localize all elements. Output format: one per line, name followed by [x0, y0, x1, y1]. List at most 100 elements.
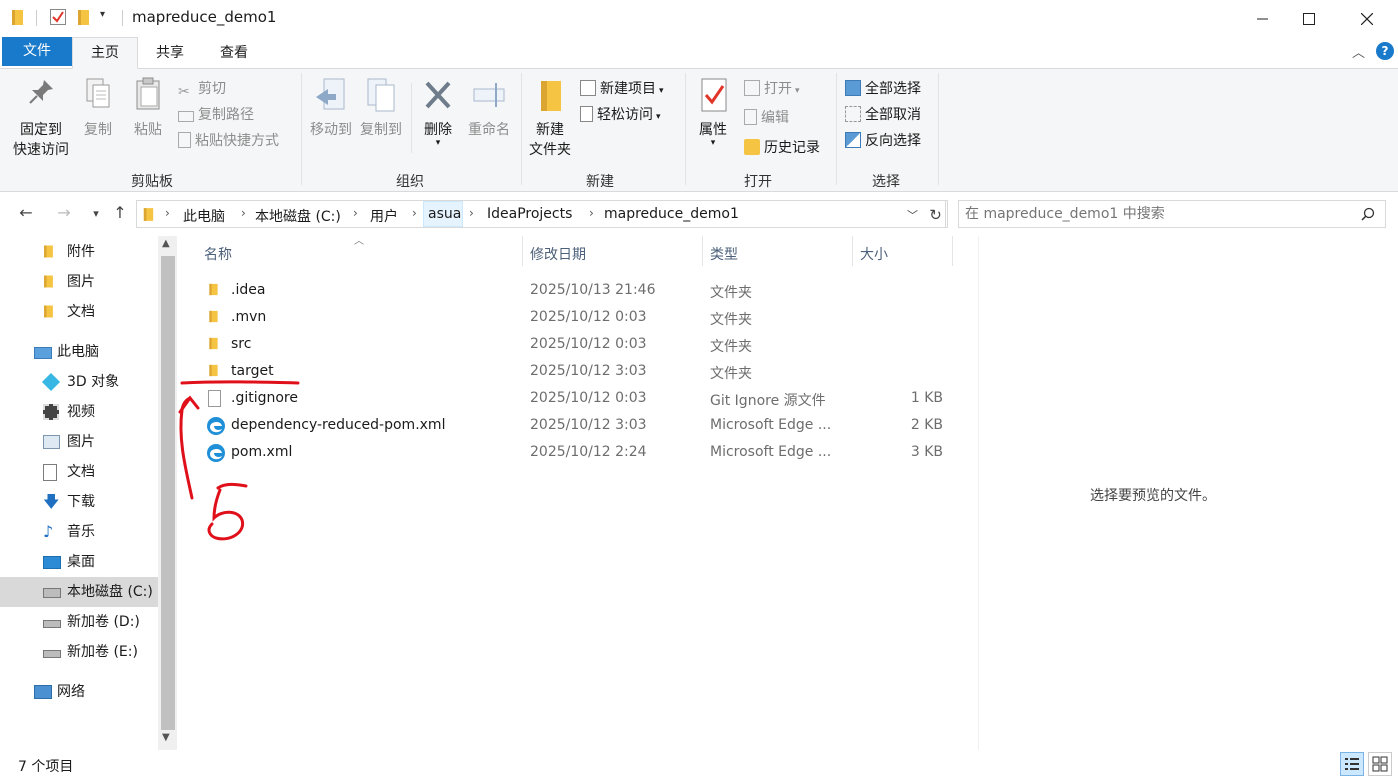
pictures-icon	[43, 435, 60, 449]
easy-access-button[interactable]: 轻松访问 ▾	[580, 104, 661, 124]
column-header-name[interactable]: 名称	[204, 244, 232, 264]
copy-to-icon	[367, 78, 395, 112]
file-row[interactable]: .idea 2025/10/13 21:46 文件夹	[200, 278, 975, 305]
history-button[interactable]: 历史记录	[744, 137, 820, 157]
recent-locations-icon[interactable]: ▾	[86, 207, 106, 220]
nav-item-this-pc[interactable]: 此电脑	[0, 337, 158, 367]
nav-item-local-disk-c[interactable]: 本地磁盘 (C:)	[0, 577, 158, 607]
pin-quick-access-button[interactable]: 固定到 快速访问	[6, 77, 76, 159]
tab-file[interactable]: 文件	[2, 37, 72, 66]
nav-item-downloads[interactable]: 🡇 下载	[0, 487, 158, 517]
quick-access-dropdown-icon[interactable]: ▾	[100, 9, 105, 20]
file-row[interactable]: pom.xml 2025/10/12 2:24 Microsoft Edge .…	[200, 440, 975, 467]
maximize-icon	[1303, 12, 1315, 25]
preview-pane-divider[interactable]	[978, 236, 979, 750]
column-header-size[interactable]: 大小	[860, 244, 888, 264]
new-folder-quick-icon[interactable]	[78, 10, 89, 25]
address-bar[interactable]: › 此电脑 › 本地磁盘 (C:) › 用户 › asua › IdeaProj…	[136, 200, 946, 228]
breadcrumb-separator[interactable]: ›	[412, 206, 417, 220]
copy-button[interactable]: 复制	[78, 77, 118, 139]
large-icons-view-button[interactable]	[1368, 752, 1392, 776]
nav-item-music[interactable]: ♪ 音乐	[0, 517, 158, 547]
forward-arrow-icon[interactable]: →	[54, 203, 74, 222]
scroll-up-icon[interactable]: ▲	[162, 238, 170, 249]
nav-item-documents-quick[interactable]: 文档	[0, 297, 158, 327]
address-dropdown-icon[interactable]: ﹀	[907, 207, 918, 223]
file-row[interactable]: .gitignore 2025/10/12 0:03 Git Ignore 源文…	[200, 386, 975, 413]
music-icon: ♪	[43, 522, 54, 541]
open-button[interactable]: 打开 ▾	[744, 78, 800, 98]
minimize-button[interactable]	[1240, 0, 1286, 36]
nav-item-videos[interactable]: 视频	[0, 397, 158, 427]
nav-item-volume-d[interactable]: 新加卷 (D:)	[0, 607, 158, 637]
paste-shortcut-label: 粘贴快捷方式	[195, 133, 279, 149]
open-icon	[744, 80, 760, 96]
delete-button[interactable]: 删除 ▾	[418, 77, 458, 148]
scroll-down-icon[interactable]: ▼	[162, 732, 170, 743]
new-folder-button[interactable]: 新建 文件夹	[526, 77, 574, 159]
paste-shortcut-button[interactable]: 粘贴快捷方式	[178, 130, 279, 150]
properties-quick-icon[interactable]	[50, 9, 66, 25]
cut-button[interactable]: ✂ 剪切	[178, 78, 226, 100]
move-to-button[interactable]: 移动到	[306, 77, 356, 139]
column-divider[interactable]	[852, 236, 853, 266]
column-divider[interactable]	[952, 236, 953, 266]
column-header-type[interactable]: 类型	[710, 244, 738, 264]
breadcrumb-users[interactable]: 用户	[370, 206, 398, 226]
tab-view[interactable]: 查看	[203, 38, 265, 68]
delete-dropdown-icon[interactable]: ▾	[418, 139, 458, 148]
edit-button[interactable]: 编辑	[744, 107, 789, 127]
breadcrumb-current-folder[interactable]: mapreduce_demo1	[604, 206, 739, 222]
breadcrumb-ideaprojects[interactable]: IdeaProjects	[487, 206, 572, 222]
close-button[interactable]	[1344, 0, 1390, 36]
file-row[interactable]: src 2025/10/12 0:03 文件夹	[200, 332, 975, 359]
tab-share[interactable]: 共享	[140, 38, 200, 68]
back-arrow-icon[interactable]: ←	[16, 203, 36, 222]
search-box[interactable]	[958, 200, 1386, 228]
nav-item-3d-objects[interactable]: 3D 对象	[0, 367, 158, 397]
nav-item-volume-e[interactable]: 新加卷 (E:)	[0, 637, 158, 667]
file-type: Microsoft Edge ...	[710, 444, 832, 460]
select-none-label: 全部取消	[865, 107, 921, 123]
properties-dropdown-icon[interactable]: ▾	[692, 139, 734, 148]
file-row[interactable]: .mvn 2025/10/12 0:03 文件夹	[200, 305, 975, 332]
nav-item-pictures-quick[interactable]: 图片	[0, 267, 158, 297]
breadcrumb-separator[interactable]: ›	[353, 206, 358, 220]
search-icon[interactable]	[1361, 207, 1375, 221]
maximize-button[interactable]	[1286, 0, 1332, 36]
new-item-button[interactable]: 新建项目 ▾	[580, 78, 664, 98]
nav-item-documents[interactable]: 文档	[0, 457, 158, 487]
search-input[interactable]	[965, 204, 1345, 224]
tab-home[interactable]: 主页	[72, 37, 138, 69]
up-arrow-icon[interactable]: ↑	[110, 203, 130, 222]
copy-path-button[interactable]: 复制路径	[178, 104, 254, 124]
breadcrumb-separator[interactable]: ›	[165, 206, 170, 220]
file-row[interactable]: dependency-reduced-pom.xml 2025/10/12 3:…	[200, 413, 975, 440]
help-icon[interactable]: ?	[1376, 42, 1394, 60]
collapse-ribbon-icon[interactable]: ︿	[1352, 42, 1365, 61]
breadcrumb-asua[interactable]: asua	[428, 206, 461, 222]
refresh-button[interactable]: ↻	[924, 200, 948, 228]
paste-button[interactable]: 粘贴	[128, 77, 168, 139]
select-none-button[interactable]: 全部取消	[845, 104, 921, 124]
breadcrumb-separator[interactable]: ›	[589, 206, 594, 220]
column-divider[interactable]	[522, 236, 523, 266]
rename-button[interactable]: 重命名	[464, 77, 514, 139]
select-all-button[interactable]: 全部选择	[845, 78, 921, 98]
breadcrumb-drive-c[interactable]: 本地磁盘 (C:)	[255, 206, 341, 226]
nav-item-network[interactable]: 网络	[0, 677, 158, 707]
details-view-button[interactable]	[1340, 752, 1364, 776]
file-date: 2025/10/12 3:03	[530, 417, 647, 433]
nav-item-desktop[interactable]: 桌面	[0, 547, 158, 577]
breadcrumb-separator[interactable]: ›	[469, 206, 474, 220]
column-header-date[interactable]: 修改日期	[530, 244, 586, 264]
breadcrumb-this-pc[interactable]: 此电脑	[183, 206, 225, 226]
breadcrumb-separator[interactable]: ›	[241, 206, 246, 220]
file-row[interactable]: target 2025/10/12 3:03 文件夹	[200, 359, 975, 386]
column-divider[interactable]	[702, 236, 703, 266]
invert-selection-button[interactable]: 反向选择	[845, 130, 921, 150]
nav-item-attachments[interactable]: 附件	[0, 237, 158, 267]
copy-to-button[interactable]: 复制到	[356, 77, 406, 139]
nav-item-pictures[interactable]: 图片	[0, 427, 158, 457]
properties-button[interactable]: 属性 ▾	[692, 77, 734, 148]
